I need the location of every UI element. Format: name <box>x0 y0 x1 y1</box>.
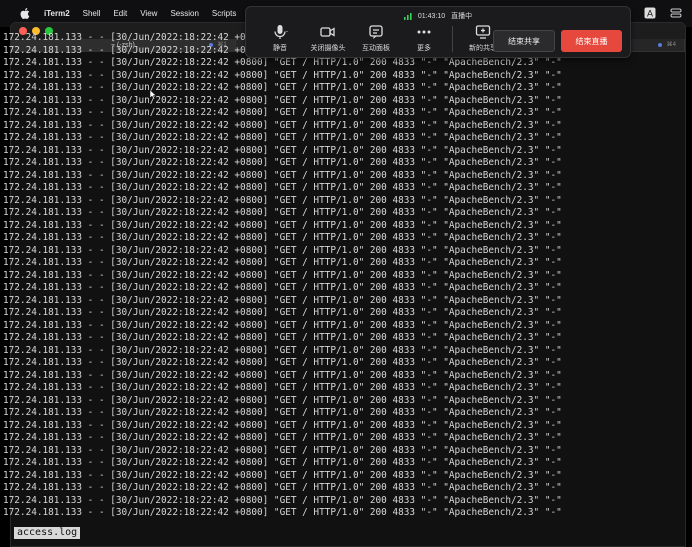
log-line: 172.24.181.133 - - [30/Jun/2022:18:22:42… <box>3 207 562 218</box>
interact-panel-icon <box>369 25 383 39</box>
interact-panel-button[interactable]: 互动面板 <box>352 24 400 53</box>
log-line: 172.24.181.133 - - [30/Jun/2022:18:22:42… <box>3 69 562 81</box>
end-share-button[interactable]: 结束共享 <box>493 30 555 52</box>
log-line: 172.24.181.133 - - [30/Jun/2022:18:22:42… <box>3 357 562 368</box>
signal-icon <box>403 12 412 20</box>
log-line: 172.24.181.133 - - [30/Jun/2022:18:22:42… <box>3 394 562 406</box>
log-line: 172.24.181.133 - - [30/Jun/2022:18:22:42… <box>3 507 562 518</box>
log-line: 172.24.181.133 - - [30/Jun/2022:18:22:42… <box>3 444 562 456</box>
live-time: 01:43:10 <box>417 13 446 20</box>
tool-divider <box>452 26 453 52</box>
camera-label: 关闭摄像头 <box>310 45 346 52</box>
mute-button[interactable]: 静音 <box>256 24 304 53</box>
log-line: 172.24.181.133 - - [30/Jun/2022:18:22:42… <box>3 407 562 418</box>
svg-text:A: A <box>647 9 653 19</box>
log-line: 172.24.181.133 - - [30/Jun/2022:18:22:42… <box>3 119 562 131</box>
log-line: 172.24.181.133 - - [30/Jun/2022:18:22:42… <box>3 482 562 493</box>
log-line: 172.24.181.133 - - [30/Jun/2022:18:22:42… <box>3 344 562 356</box>
log-line: 172.24.181.133 - - [30/Jun/2022:18:22:42… <box>3 269 562 281</box>
menu-scripts[interactable]: Scripts <box>212 9 236 18</box>
camera-icon <box>320 27 335 37</box>
log-line: 172.24.181.133 - - [30/Jun/2022:18:22:42… <box>3 257 562 268</box>
log-line: 172.24.181.133 - - [30/Jun/2022:18:22:42… <box>3 57 562 68</box>
live-label: 直播中 <box>451 13 473 20</box>
log-line: 172.24.181.133 - - [30/Jun/2022:18:22:42… <box>3 457 562 468</box>
log-line: 172.24.181.133 - - [30/Jun/2022:18:22:42… <box>3 432 562 443</box>
log-line: 172.24.181.133 - - [30/Jun/2022:18:22:42… <box>3 382 562 393</box>
log-line: 172.24.181.133 - - [30/Jun/2022:18:22:42… <box>3 194 562 206</box>
pager-status: access.log <box>14 527 81 539</box>
log-line: 172.24.181.133 - - [30/Jun/2022:18:22:42… <box>3 294 562 306</box>
mouse-cursor-icon <box>150 90 157 100</box>
log-line: 172.24.181.133 - - [30/Jun/2022:18:22:42… <box>3 107 562 118</box>
menu-edit[interactable]: Edit <box>113 9 127 18</box>
log-line: 172.24.181.133 - - [30/Jun/2022:18:22:42… <box>3 132 562 143</box>
live-status: 01:43:10 直播中 <box>246 11 630 21</box>
new-share-icon <box>475 25 491 39</box>
terminal-output[interactable]: 172.24.181.133 - - [30/Jun/2022:18:22:42… <box>3 32 671 520</box>
log-line: 172.24.181.133 - - [30/Jun/2022:18:22:42… <box>3 219 562 231</box>
input-source-icon[interactable]: A <box>644 7 656 19</box>
log-line: 172.24.181.133 - - [30/Jun/2022:18:22:42… <box>3 419 562 431</box>
panel-tools: 静音 关闭摄像头 互动面板 更多 新的共享 <box>256 24 507 53</box>
log-line: 172.24.181.133 - - [30/Jun/2022:18:22:42… <box>3 244 562 256</box>
more-button[interactable]: 更多 <box>400 24 448 53</box>
more-icon <box>417 30 431 34</box>
control-center-icon[interactable] <box>670 7 682 19</box>
camera-off-button[interactable]: 关闭摄像头 <box>304 24 352 53</box>
log-line: 172.24.181.133 - - [30/Jun/2022:18:22:42… <box>3 369 562 381</box>
menu-iterm2[interactable]: iTerm2 <box>44 9 70 18</box>
menu-session[interactable]: Session <box>170 9 198 18</box>
log-line: 172.24.181.133 - - [30/Jun/2022:18:22:42… <box>3 169 562 181</box>
interact-panel-label: 互动面板 <box>362 45 390 52</box>
log-line: 172.24.181.133 - - [30/Jun/2022:18:22:42… <box>3 82 562 93</box>
log-line: 172.24.181.133 - - [30/Jun/2022:18:22:42… <box>3 157 562 168</box>
log-line: 172.24.181.133 - - [30/Jun/2022:18:22:42… <box>3 232 562 243</box>
live-stream-panel: 01:43:10 直播中 静音 关闭摄像头 互动面板 更多 新的共享 结束共享 … <box>245 6 631 58</box>
log-line: 172.24.181.133 - - [30/Jun/2022:18:22:42… <box>3 469 562 481</box>
menu-shell[interactable]: Shell <box>83 9 101 18</box>
log-line: 172.24.181.133 - - [30/Jun/2022:18:22:42… <box>3 94 562 106</box>
more-label: 更多 <box>417 45 431 52</box>
log-line: 172.24.181.133 - - [30/Jun/2022:18:22:42… <box>3 307 562 318</box>
apple-icon[interactable] <box>20 8 30 19</box>
menu-view[interactable]: View <box>140 9 157 18</box>
microphone-icon <box>274 25 288 39</box>
log-line: 172.24.181.133 - - [30/Jun/2022:18:22:42… <box>3 319 562 331</box>
log-line: 172.24.181.133 - - [30/Jun/2022:18:22:42… <box>3 144 562 156</box>
mute-label: 静音 <box>273 45 287 52</box>
log-line: 172.24.181.133 - - [30/Jun/2022:18:22:42… <box>3 282 562 293</box>
log-line: 172.24.181.133 - - [30/Jun/2022:18:22:42… <box>3 182 562 193</box>
log-line: 172.24.181.133 - - [30/Jun/2022:18:22:42… <box>3 494 562 506</box>
log-line: 172.24.181.133 - - [30/Jun/2022:18:22:42… <box>3 332 562 343</box>
end-live-button[interactable]: 结束直播 <box>561 30 622 52</box>
